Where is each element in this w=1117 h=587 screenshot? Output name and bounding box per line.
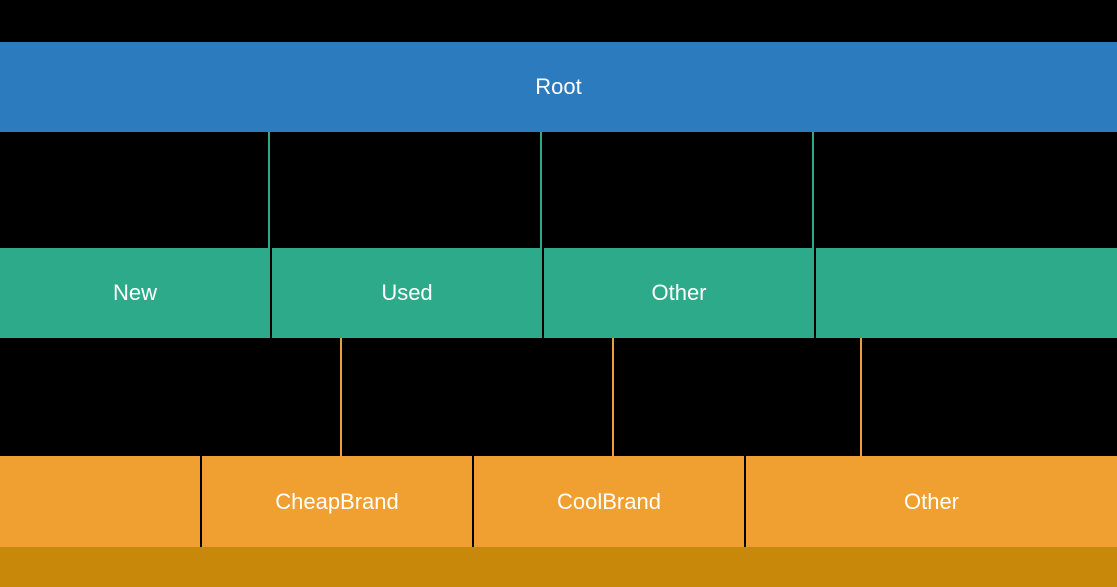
teal-new[interactable]: New [0,248,270,338]
connector-root-1 [268,132,270,248]
connector-teal-2 [612,338,614,456]
orange-row: CheapBrand CoolBrand Other [0,456,1117,547]
orange-coolbrand[interactable]: CoolBrand [474,456,744,547]
teal-row: New Used Other [0,248,1117,338]
teal-used[interactable]: Used [272,248,542,338]
teal-used-label: Used [381,280,432,306]
orange-other[interactable]: Other [746,456,1117,547]
root-bar: Root [0,42,1117,132]
gold-strip [0,547,1117,587]
teal-other[interactable]: Other [544,248,814,338]
connector-root-3 [812,132,814,248]
root-label: Root [535,74,581,100]
orange-cheapbrand-label: CheapBrand [275,489,399,515]
orange-empty [0,456,200,547]
connector-root-2 [540,132,542,248]
orange-coolbrand-label: CoolBrand [557,489,661,515]
teal-new-label: New [113,280,157,306]
orange-other-label: Other [904,489,959,515]
connector-teal-3 [860,338,862,456]
orange-cheapbrand[interactable]: CheapBrand [202,456,472,547]
teal-other-label: Other [651,280,706,306]
connector-teal-1 [340,338,342,456]
teal-remaining [816,248,1117,338]
